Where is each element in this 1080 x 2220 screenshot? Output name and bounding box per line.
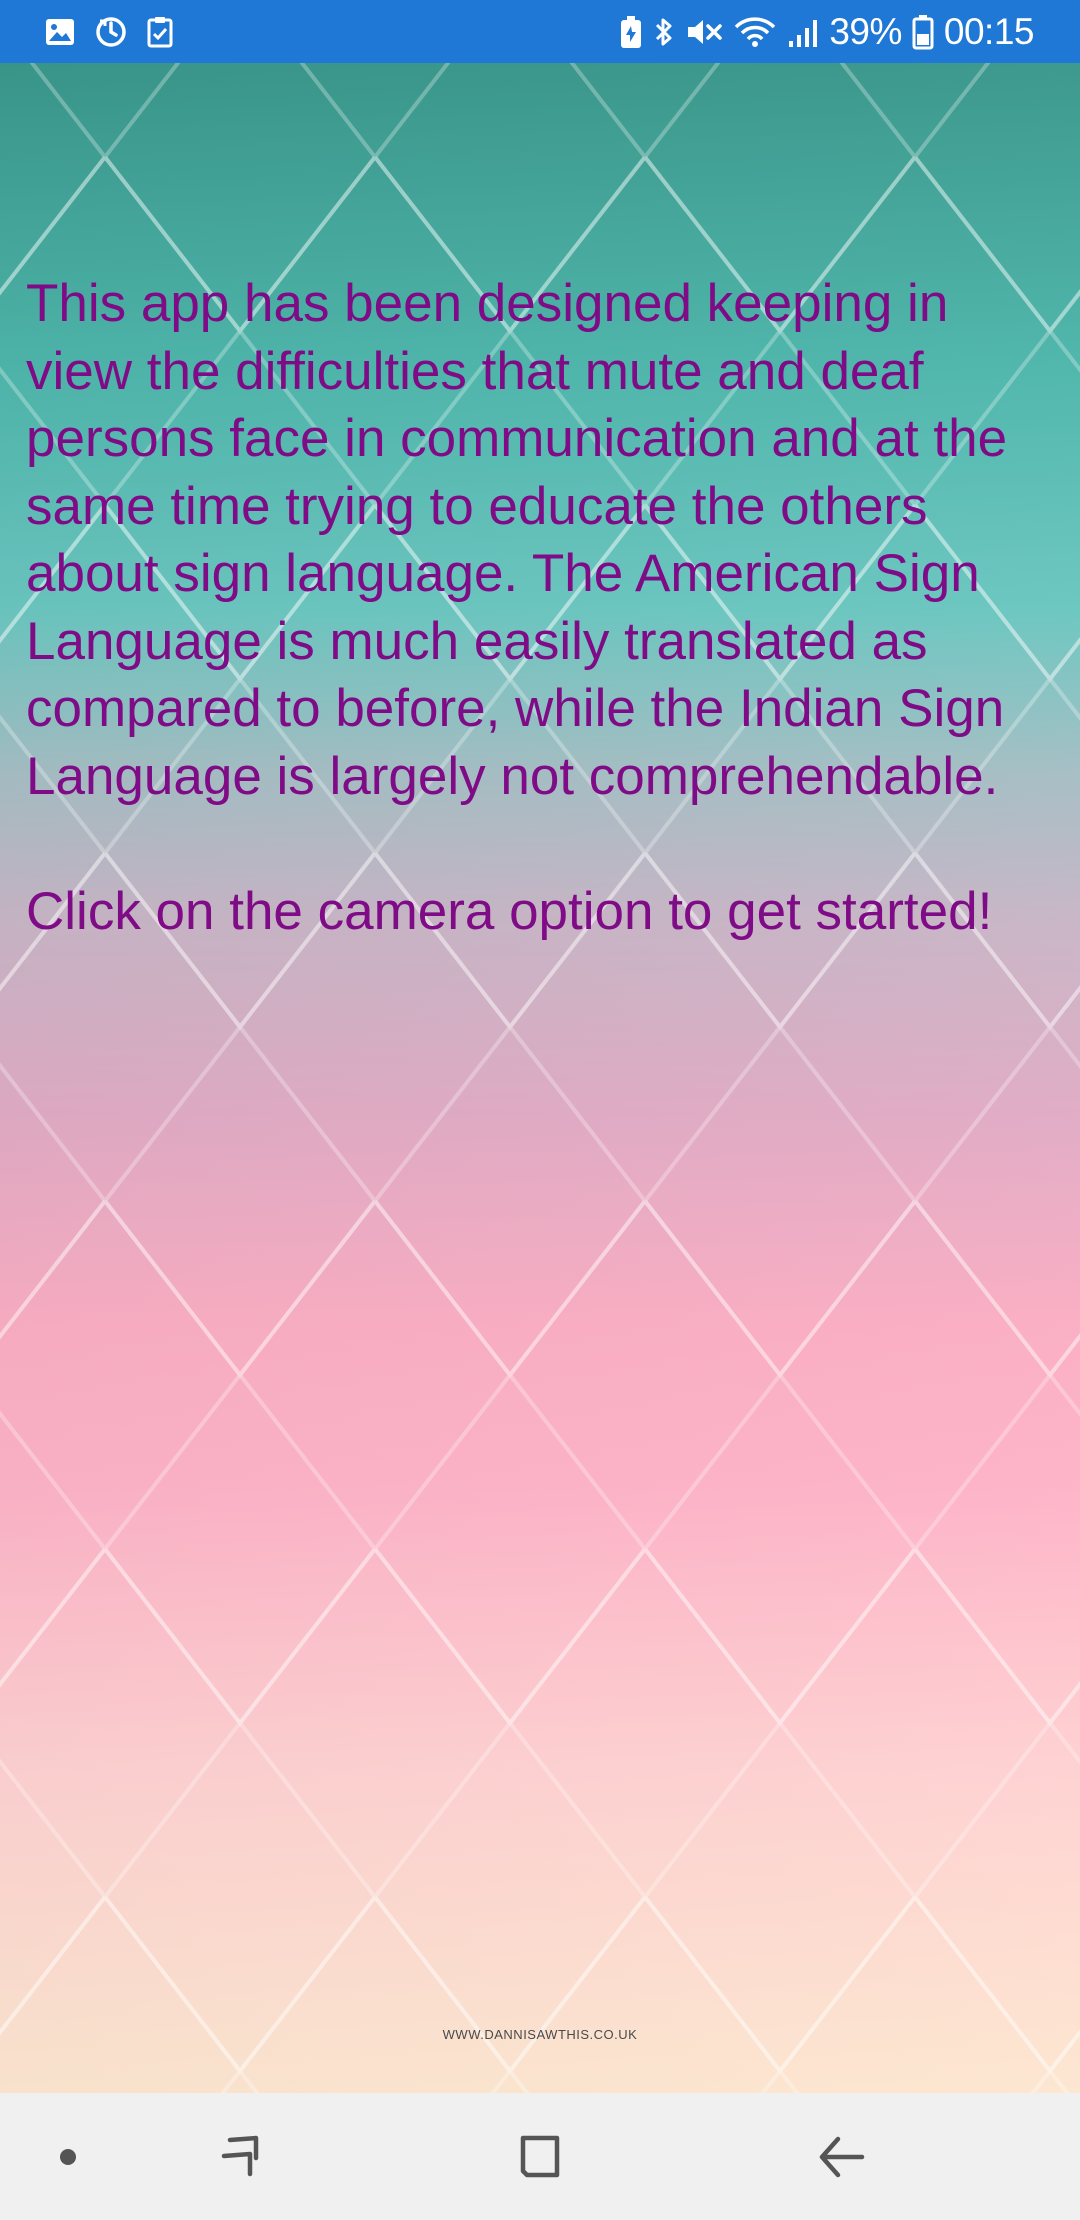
dot-icon: [58, 2147, 78, 2167]
battery-percent: 39%: [829, 10, 902, 52]
navigation-bar: [0, 2093, 1080, 2220]
status-bar: 39% 00:15: [0, 0, 1080, 63]
main-content: This app has been designed keeping in vi…: [0, 63, 1080, 2093]
dot-button[interactable]: [28, 2093, 108, 2220]
recent-apps-icon: [216, 2134, 264, 2180]
background-watermark: WWW.DANNISAWTHIS.CO.UK: [442, 2027, 638, 2042]
back-button[interactable]: [792, 2093, 892, 2220]
sync-icon: [94, 15, 128, 49]
home-button[interactable]: [490, 2093, 590, 2220]
battery-saver-icon: [619, 15, 643, 49]
status-time: 00:15: [943, 10, 1035, 52]
home-icon: [517, 2134, 563, 2180]
recent-apps-button[interactable]: [190, 2093, 290, 2220]
bluetooth-icon: [653, 15, 675, 49]
status-notification-icons: [44, 15, 174, 49]
wifi-icon: [733, 15, 777, 49]
app-description: This app has been designed keeping in vi…: [26, 274, 1008, 941]
back-icon: [818, 2134, 866, 2180]
gallery-icon: [44, 17, 76, 47]
battery-icon: [912, 14, 934, 50]
mute-icon: [685, 15, 723, 49]
status-system-icons: 39% 00:15: [619, 10, 1035, 53]
signal-icon: [787, 15, 819, 49]
clipboard-check-icon: [146, 16, 174, 48]
